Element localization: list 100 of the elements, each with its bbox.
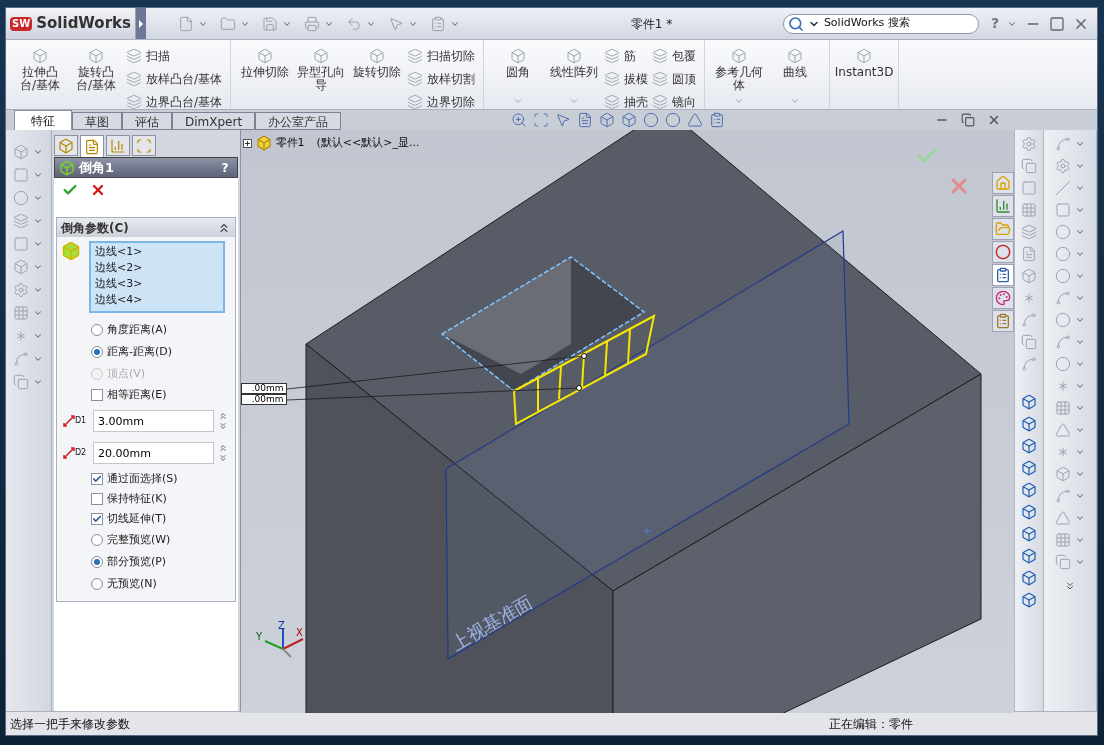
sketch-tool-icon[interactable] bbox=[1055, 246, 1072, 262]
search-bar[interactable]: SolidWorks 搜索 bbox=[782, 13, 979, 34]
checkbox[interactable] bbox=[90, 473, 103, 485]
expand-icon[interactable] bbox=[242, 138, 252, 148]
ribbon-button[interactable]: 拔模 bbox=[604, 69, 649, 89]
checkbox[interactable] bbox=[90, 493, 103, 505]
radio-button[interactable] bbox=[90, 346, 103, 358]
ribbon-button[interactable]: 边界凸台/基体 bbox=[126, 92, 223, 112]
tool-icon[interactable] bbox=[13, 259, 30, 275]
view-cube-icon[interactable] bbox=[1021, 416, 1038, 432]
maximize-icon[interactable] bbox=[1049, 15, 1065, 32]
task-pane-tab[interactable] bbox=[992, 264, 1015, 286]
ribbon-button[interactable]: 旋转切除 bbox=[351, 44, 404, 106]
ribbon-button[interactable]: 曲线 bbox=[769, 44, 822, 106]
app-menu[interactable]: SW SolidWorks bbox=[6, 8, 136, 39]
sketch-tool-icon[interactable] bbox=[1055, 466, 1072, 482]
cube-icon[interactable] bbox=[621, 112, 638, 128]
radio-option[interactable]: 距离-距离(D) bbox=[90, 343, 235, 361]
sketch-tool-icon[interactable] bbox=[1055, 422, 1072, 438]
edge-list[interactable]: 边线<1> 边线<2> 边线<3> 边线<4> bbox=[88, 241, 225, 313]
menu-expander[interactable] bbox=[136, 8, 146, 39]
print-icon[interactable] bbox=[304, 15, 320, 32]
tab[interactable]: 办公室产品 bbox=[255, 112, 342, 130]
panel-tab[interactable] bbox=[105, 135, 130, 156]
tool-icon[interactable] bbox=[1021, 334, 1038, 350]
ribbon-button[interactable]: 放样切割 bbox=[407, 69, 476, 89]
sketch-tool-icon[interactable] bbox=[1055, 532, 1072, 548]
task-pane-tab[interactable] bbox=[992, 287, 1015, 309]
sketch-tool-icon[interactable] bbox=[1055, 400, 1072, 416]
zoom-icon[interactable] bbox=[511, 112, 528, 128]
panel-tab[interactable] bbox=[79, 135, 104, 157]
edge-item[interactable]: 边线<4> bbox=[94, 292, 223, 308]
edge-item[interactable]: 边线<1> bbox=[94, 244, 223, 260]
ribbon-button[interactable]: Instant3D bbox=[838, 44, 891, 106]
ribbon-button[interactable]: 扫描切除 bbox=[407, 46, 476, 66]
spin-up-icon[interactable] bbox=[217, 411, 228, 421]
tool-icon[interactable] bbox=[13, 374, 30, 390]
tool-icon[interactable] bbox=[1021, 312, 1038, 328]
ribbon-button[interactable]: 圆角 bbox=[492, 44, 545, 106]
checkbox-option[interactable]: 切线延伸(T) bbox=[90, 511, 235, 527]
tool-icon[interactable] bbox=[1021, 246, 1038, 262]
panel-tab[interactable] bbox=[131, 135, 156, 156]
checkbox-option[interactable]: 通过面选择(S) bbox=[90, 471, 235, 487]
checkbox-option[interactable]: 保持特征(K) bbox=[90, 491, 235, 507]
options-icon[interactable] bbox=[430, 15, 446, 32]
tool-icon[interactable] bbox=[13, 144, 30, 160]
ribbon-button[interactable]: 旋转凸台/基体 bbox=[70, 44, 122, 106]
tab[interactable]: 特征 bbox=[14, 110, 72, 130]
graphics-area[interactable]: 零件1 (默认<<默认>_显... .00mm .00mm 上视基准面 Y Z X bbox=[240, 130, 1015, 713]
view-cube-icon[interactable] bbox=[1021, 438, 1038, 454]
view-cube-icon[interactable] bbox=[1021, 592, 1038, 608]
leader-point[interactable] bbox=[580, 353, 587, 359]
pointer-icon[interactable] bbox=[388, 15, 404, 32]
ribbon-button[interactable]: 边界切除 bbox=[407, 92, 476, 112]
tab[interactable]: 评估 bbox=[122, 112, 172, 130]
tool-icon[interactable] bbox=[1021, 180, 1038, 196]
radio-option[interactable]: 部分预览(P) bbox=[90, 553, 235, 571]
ribbon-button[interactable]: 线性阵列 bbox=[548, 44, 601, 106]
tool-icon[interactable] bbox=[1021, 136, 1038, 152]
sketch-tool-icon[interactable] bbox=[1055, 202, 1072, 218]
ribbon-button[interactable]: 扫描 bbox=[126, 46, 223, 66]
dimension-field[interactable]: 3.00mm bbox=[92, 410, 214, 432]
save-icon[interactable] bbox=[262, 15, 278, 32]
checkbox[interactable] bbox=[90, 389, 103, 401]
ribbon-button[interactable]: 抽壳 bbox=[604, 92, 649, 112]
ribbon-button[interactable]: 圆顶 bbox=[652, 69, 697, 89]
sphere-icon[interactable] bbox=[665, 112, 682, 128]
view-cube-icon[interactable] bbox=[1021, 394, 1038, 410]
radio-option[interactable]: 角度距离(A) bbox=[90, 321, 235, 339]
sketch-tool-icon[interactable] bbox=[1055, 554, 1072, 570]
view-cube-icon[interactable] bbox=[1021, 548, 1038, 564]
checkbox[interactable] bbox=[90, 513, 103, 525]
tree-item[interactable]: 零件1 bbox=[275, 135, 305, 152]
ribbon-button[interactable]: 筋 bbox=[604, 46, 649, 66]
radio-button[interactable] bbox=[90, 534, 103, 546]
tool-icon[interactable] bbox=[13, 351, 30, 367]
ribbon-button[interactable]: 包覆 bbox=[652, 46, 697, 66]
tool-icon[interactable] bbox=[1021, 224, 1038, 240]
tool-icon[interactable] bbox=[1021, 268, 1038, 284]
view-cube-icon[interactable] bbox=[1021, 504, 1038, 520]
view-cube-icon[interactable] bbox=[1021, 570, 1038, 586]
sketch-tool-icon[interactable] bbox=[1055, 488, 1072, 504]
checkbox-option[interactable]: 相等距离(E) bbox=[90, 387, 235, 403]
ribbon-button[interactable]: 异型孔向导 bbox=[295, 44, 348, 106]
sketch-tool-icon[interactable] bbox=[1055, 356, 1072, 372]
sketch-tool-icon[interactable] bbox=[1055, 136, 1072, 152]
help-button[interactable]: ? bbox=[221, 158, 233, 177]
panel-tab[interactable] bbox=[53, 135, 78, 156]
radio-button[interactable] bbox=[90, 324, 103, 336]
view-cube-icon[interactable] bbox=[1021, 526, 1038, 542]
sketch-tool-icon[interactable] bbox=[1055, 510, 1072, 526]
view-cube-icon[interactable] bbox=[599, 112, 616, 128]
edge-item[interactable]: 边线<3> bbox=[94, 276, 223, 292]
edge-item[interactable]: 边线<2> bbox=[94, 260, 223, 276]
chamfer-preview[interactable] bbox=[512, 314, 655, 426]
sketch-tool-icon[interactable] bbox=[1055, 290, 1072, 306]
task-pane-tab[interactable] bbox=[992, 310, 1015, 332]
tool-icon[interactable] bbox=[13, 213, 30, 229]
tool-icon[interactable] bbox=[1021, 202, 1038, 218]
task-pane-tab[interactable] bbox=[992, 241, 1015, 263]
